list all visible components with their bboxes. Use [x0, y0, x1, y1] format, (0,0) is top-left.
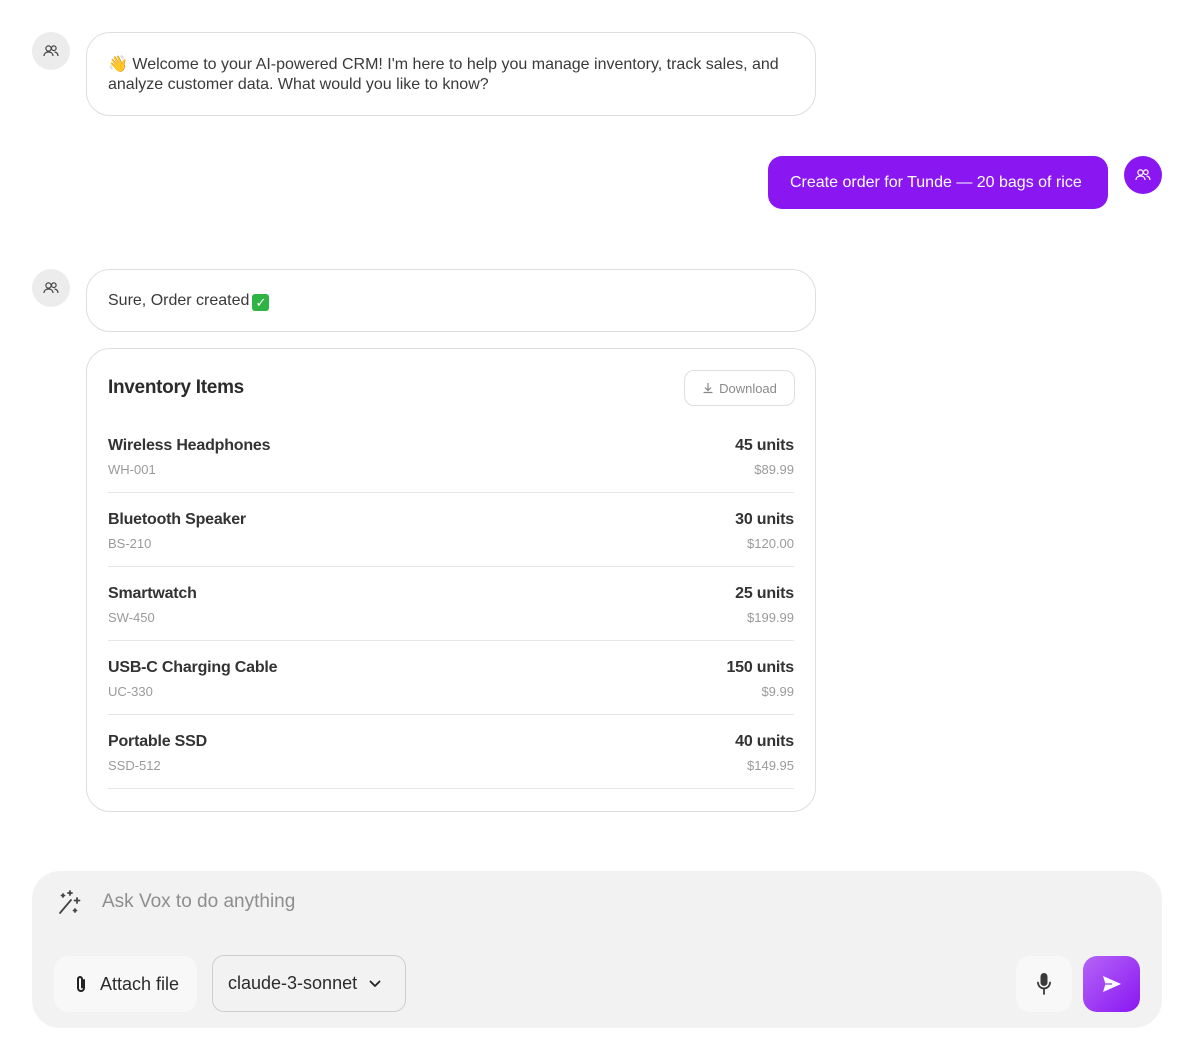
item-units: 45 units	[735, 437, 794, 454]
users-icon	[43, 282, 59, 294]
attach-file-button[interactable]: Attach file	[54, 956, 197, 1012]
user-message: Create order for Tunde — 20 bags of rice	[768, 156, 1108, 209]
send-icon	[1102, 976, 1121, 992]
inventory-row[interactable]: USB-C Charging Cable UC-330 150 units $9…	[108, 641, 794, 715]
item-price: $199.99	[747, 610, 794, 625]
item-units: 40 units	[735, 733, 794, 750]
item-sku: UC-330	[108, 684, 153, 699]
send-button[interactable]	[1083, 956, 1140, 1012]
message-composer: Attach file claude-3-sonnet	[32, 871, 1162, 1028]
prompt-input[interactable]	[102, 887, 902, 917]
assistant-avatar	[32, 269, 70, 307]
item-sku: SSD-512	[108, 758, 161, 773]
item-name: Bluetooth Speaker	[108, 511, 246, 528]
inventory-row[interactable]: Bluetooth Speaker BS-210 30 units $120.0…	[108, 493, 794, 567]
inventory-list: Wireless Headphones WH-001 45 units $89.…	[108, 419, 794, 789]
item-name: Smartwatch	[108, 585, 197, 602]
welcome-text: Welcome to your AI-powered CRM! I'm here…	[108, 56, 779, 93]
users-icon	[1135, 169, 1151, 181]
assistant-avatar	[32, 32, 70, 70]
item-sku: SW-450	[108, 610, 155, 625]
reply-text: Sure, Order created	[108, 292, 250, 309]
item-name: Wireless Headphones	[108, 437, 271, 454]
item-name: Portable SSD	[108, 733, 207, 750]
microphone-button[interactable]	[1016, 956, 1072, 1012]
chat-screen: 👋 Welcome to your AI-powered CRM! I'm he…	[0, 0, 1194, 1061]
item-units: 150 units	[726, 659, 794, 676]
inventory-card-title: Inventory Items	[108, 377, 244, 398]
item-price: $9.99	[761, 684, 794, 699]
item-price: $120.00	[747, 536, 794, 551]
check-mark-icon: ✓	[252, 294, 270, 311]
model-select[interactable]: claude-3-sonnet	[212, 955, 406, 1012]
item-sku: BS-210	[108, 536, 152, 551]
assistant-welcome-message: 👋 Welcome to your AI-powered CRM! I'm he…	[86, 32, 816, 116]
download-icon	[703, 383, 713, 394]
item-sku: WH-001	[108, 462, 156, 477]
item-price: $149.95	[747, 758, 794, 773]
inventory-row[interactable]: Portable SSD SSD-512 40 units $149.95	[108, 715, 794, 789]
users-icon	[43, 45, 59, 57]
inventory-row[interactable]: Smartwatch SW-450 25 units $199.99	[108, 567, 794, 641]
item-units: 30 units	[735, 511, 794, 528]
item-units: 25 units	[735, 585, 794, 602]
attach-file-label: Attach file	[100, 973, 180, 994]
download-label: Download	[719, 380, 777, 396]
item-price: $89.99	[754, 462, 794, 477]
wave-emoji: 👋	[108, 56, 128, 73]
item-name: USB-C Charging Cable	[108, 659, 278, 676]
magic-wand-icon	[59, 890, 81, 914]
model-select-value: claude-3-sonnet	[228, 973, 358, 993]
inventory-row[interactable]: Wireless Headphones WH-001 45 units $89.…	[108, 419, 794, 493]
download-button[interactable]: Download	[684, 370, 795, 406]
chevron-down-icon	[369, 980, 381, 987]
inventory-card: Inventory Items Download Wireless Headph…	[86, 348, 816, 812]
assistant-reply-message: Sure, Order created ✓	[86, 269, 816, 332]
paperclip-icon	[77, 976, 85, 992]
microphone-icon	[1037, 973, 1051, 995]
user-avatar	[1124, 156, 1162, 194]
